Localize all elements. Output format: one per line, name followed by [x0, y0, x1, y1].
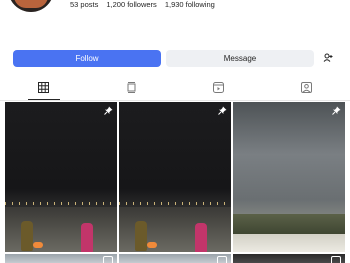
tab-tagged[interactable]	[263, 78, 350, 100]
reels-icon	[331, 256, 341, 263]
tab-feed[interactable]	[88, 78, 176, 100]
person-figure	[81, 223, 93, 252]
reels-icon	[213, 82, 225, 96]
post-thumbnail[interactable]	[233, 254, 345, 263]
message-button[interactable]: Message	[166, 50, 314, 67]
tagged-icon	[300, 82, 312, 96]
suggest-people-button[interactable]	[318, 50, 338, 67]
person-figure	[195, 223, 207, 252]
reels-icon	[217, 256, 227, 263]
pin-icon	[104, 106, 113, 117]
following-count[interactable]: 1,930 following	[165, 0, 215, 9]
post-thumbnail[interactable]	[119, 102, 231, 252]
tab-posts[interactable]	[0, 78, 88, 100]
sparkler	[33, 242, 43, 248]
grid-icon	[38, 82, 50, 96]
post-thumbnail[interactable]	[233, 102, 345, 252]
profile-stats: 53 posts 1,200 followers 1,930 following	[70, 0, 215, 9]
runway-lights	[5, 202, 117, 205]
posts-grid	[5, 102, 345, 263]
posts-count[interactable]: 53 posts	[70, 0, 98, 9]
sparkler	[147, 242, 157, 248]
person-figure	[21, 221, 33, 251]
pin-icon	[332, 106, 341, 117]
person-figure	[135, 221, 147, 251]
followers-count[interactable]: 1,200 followers	[106, 0, 156, 9]
feed-icon	[127, 82, 136, 96]
profile-tabs	[0, 78, 350, 100]
runway-lights	[119, 202, 231, 205]
tabs-divider	[0, 100, 350, 101]
treeline	[233, 214, 345, 234]
post-thumbnail[interactable]	[5, 102, 117, 252]
pin-icon	[218, 106, 227, 117]
follow-button[interactable]: Follow	[13, 50, 161, 67]
post-thumbnail[interactable]	[5, 254, 117, 263]
avatar[interactable]	[8, 0, 54, 12]
tab-reels[interactable]	[175, 78, 263, 100]
add-person-icon	[323, 53, 333, 64]
post-thumbnail[interactable]	[119, 254, 231, 263]
reels-icon	[103, 256, 113, 263]
field	[233, 234, 345, 252]
